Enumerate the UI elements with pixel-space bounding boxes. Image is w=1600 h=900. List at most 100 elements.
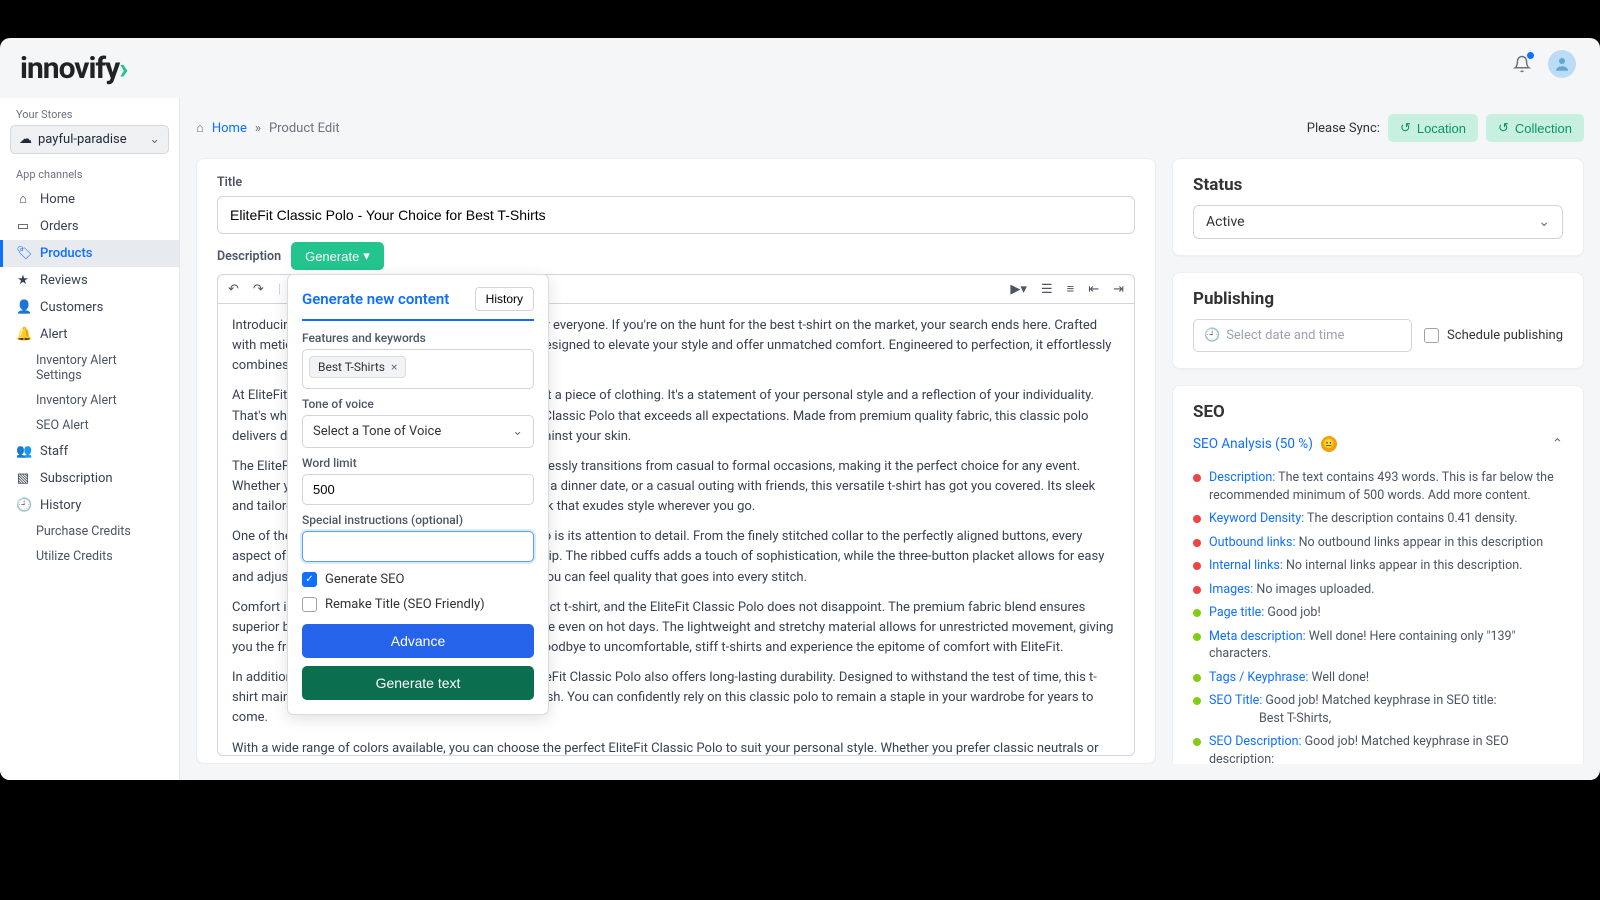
undo-icon: ↺ <box>1498 120 1509 136</box>
title-input[interactable] <box>217 196 1135 234</box>
nav-staff[interactable]: 👥Staff <box>0 438 179 465</box>
logo: innovify› <box>0 38 180 98</box>
store-picker[interactable]: ☁ payful-paradise ⌄ <box>10 125 169 154</box>
remake-title-checkbox[interactable]: Remake Title (SEO Friendly) <box>302 597 534 612</box>
chevron-down-icon: ⌄ <box>149 132 160 147</box>
seo-item: Page title: Good job! <box>1193 601 1563 625</box>
placeholder-text: Select date and time <box>1226 328 1344 343</box>
tone-select[interactable]: Select a Tone of Voice ⌄ <box>302 415 534 448</box>
advance-button[interactable]: Advance <box>302 624 534 658</box>
nav-label: Orders <box>40 219 79 234</box>
seo-item: Description: The text contains 493 words… <box>1193 466 1563 507</box>
nav-reviews[interactable]: ★Reviews <box>0 267 179 294</box>
checkbox-icon <box>1424 328 1439 343</box>
nav-seo-alert[interactable]: SEO Alert <box>0 413 179 438</box>
redo-icon[interactable]: ↷ <box>253 282 264 297</box>
sync-location-button[interactable]: ↺Location <box>1388 114 1478 142</box>
nav-label: Staff <box>40 444 68 459</box>
generate-seo-checkbox[interactable]: ✓ Generate SEO <box>302 572 534 587</box>
nav-products[interactable]: 🏷 Products <box>0 240 179 267</box>
seo-item-key[interactable]: Tags / Keyphrase: <box>1209 670 1308 685</box>
schedule-checkbox[interactable]: Schedule publishing <box>1424 328 1563 343</box>
editor-paragraph: With a wide range of colors available, y… <box>232 739 1120 756</box>
seo-item-key[interactable]: SEO Description: <box>1209 734 1302 749</box>
seo-item-key[interactable]: Keyword Density: <box>1209 511 1304 526</box>
seo-item: Tags / Keyphrase: Well done! <box>1193 666 1563 690</box>
seo-item: Keyword Density: The description contain… <box>1193 507 1563 531</box>
word-limit-label: Word limit <box>302 456 534 470</box>
seo-item-key[interactable]: SEO Title: <box>1209 693 1262 708</box>
seo-item-text: Description: The text contains 493 words… <box>1209 469 1563 504</box>
seo-item-text: Images: No images uploaded. <box>1209 581 1563 599</box>
seo-item-text: Keyword Density: The description contain… <box>1209 510 1563 528</box>
card-icon: ▧ <box>16 471 30 486</box>
seo-item-text: Page title: Good job! <box>1209 604 1563 622</box>
nav-utilize-credits[interactable]: Utilize Credits <box>0 544 179 569</box>
seo-item-key[interactable]: Page title: <box>1209 605 1264 620</box>
seo-item-key[interactable]: Meta description: <box>1209 629 1306 644</box>
orders-icon: ▭ <box>16 219 30 234</box>
special-instructions-input[interactable] <box>302 531 534 562</box>
title-label: Title <box>217 175 1135 190</box>
status-select[interactable]: Active ⌄ <box>1193 205 1563 239</box>
checkbox-label: Generate SEO <box>325 572 404 587</box>
status-title: Status <box>1193 175 1563 195</box>
select-value: Select a Tone of Voice <box>313 424 441 439</box>
seo-item-text: Meta description: Well done! Here contai… <box>1209 628 1563 663</box>
status-bullet <box>1193 697 1201 705</box>
video-icon[interactable]: ▶▾ <box>1010 282 1027 297</box>
seo-item-key[interactable]: Internal links: <box>1209 558 1283 573</box>
olist-icon[interactable]: ≡ <box>1067 281 1075 297</box>
keyword-tag: Best T-Shirts× <box>309 356 406 378</box>
seo-item-key[interactable]: Description: <box>1209 470 1275 485</box>
status-bullet <box>1193 633 1201 641</box>
nav-history[interactable]: 🕘History <box>0 492 179 519</box>
seo-item: Outbound links: No outbound links appear… <box>1193 531 1563 555</box>
nav-label: Products <box>40 246 92 261</box>
ulist-icon[interactable]: ☰ <box>1041 282 1053 297</box>
chevron-down-icon: ⌄ <box>1538 214 1550 230</box>
undo-icon[interactable]: ↶ <box>228 282 239 297</box>
tag-icon: 🏷 <box>16 246 30 261</box>
status-bullet <box>1193 515 1201 523</box>
nav-orders[interactable]: ▭ Orders <box>0 213 179 240</box>
nav-alert[interactable]: 🔔Alert <box>0 321 179 348</box>
status-bullet <box>1193 609 1201 617</box>
outdent-icon[interactable]: ⇤ <box>1088 282 1099 297</box>
seo-item-key[interactable]: Outbound links: <box>1209 535 1295 550</box>
nav-customers[interactable]: 👤Customers <box>0 294 179 321</box>
features-input[interactable]: Best T-Shirts× <box>302 349 534 389</box>
datetime-input[interactable]: 🕘 Select date and time <box>1193 319 1412 352</box>
nav-inventory-alert-settings[interactable]: Inventory Alert Settings <box>0 348 179 388</box>
notifications-icon[interactable] <box>1510 52 1534 76</box>
word-limit-input[interactable] <box>302 474 534 505</box>
seo-list: Description: The text contains 493 words… <box>1193 466 1563 764</box>
seo-item: Internal links: No internal links appear… <box>1193 554 1563 578</box>
generate-button[interactable]: Generate▾ <box>291 242 384 270</box>
stores-label: Your Stores <box>0 102 179 125</box>
seo-item: SEO Description: Good job! Matched keyph… <box>1193 730 1563 764</box>
nav-home[interactable]: ⌂Home <box>0 185 179 213</box>
generate-text-button[interactable]: Generate text <box>302 666 534 700</box>
remove-tag-icon[interactable]: × <box>391 360 397 374</box>
nav-subscription[interactable]: ▧Subscription <box>0 465 179 492</box>
bell-icon: 🔔 <box>16 327 30 342</box>
seo-item-text: Outbound links: No outbound links appear… <box>1209 534 1563 552</box>
sidebar: Your Stores ☁ payful-paradise ⌄ App chan… <box>0 98 180 780</box>
sync-collection-button[interactable]: ↺Collection <box>1486 114 1584 142</box>
seo-item-key[interactable]: Images: <box>1209 582 1253 597</box>
seo-analysis-toggle[interactable]: SEO Analysis (50 %) 😐 ⌃ <box>1193 432 1563 456</box>
status-bullet <box>1193 674 1201 682</box>
avatar[interactable] <box>1548 50 1576 78</box>
seo-item-text: SEO Title: Good job! Matched keyphrase i… <box>1209 692 1563 727</box>
nav-inventory-alert[interactable]: Inventory Alert <box>0 388 179 413</box>
checkbox-checked-icon: ✓ <box>302 572 317 587</box>
seo-item-text: Internal links: No internal links appear… <box>1209 557 1563 575</box>
seo-analysis-label: SEO Analysis (50 %) <box>1193 436 1313 452</box>
nav-purchase-credits[interactable]: Purchase Credits <box>0 519 179 544</box>
seo-item-text: SEO Description: Good job! Matched keyph… <box>1209 733 1563 764</box>
breadcrumb: ⌂ Home » Product Edit <box>196 120 340 136</box>
history-button[interactable]: History <box>475 287 534 311</box>
indent-icon[interactable]: ⇥ <box>1113 282 1124 297</box>
breadcrumb-home[interactable]: Home <box>212 121 247 136</box>
